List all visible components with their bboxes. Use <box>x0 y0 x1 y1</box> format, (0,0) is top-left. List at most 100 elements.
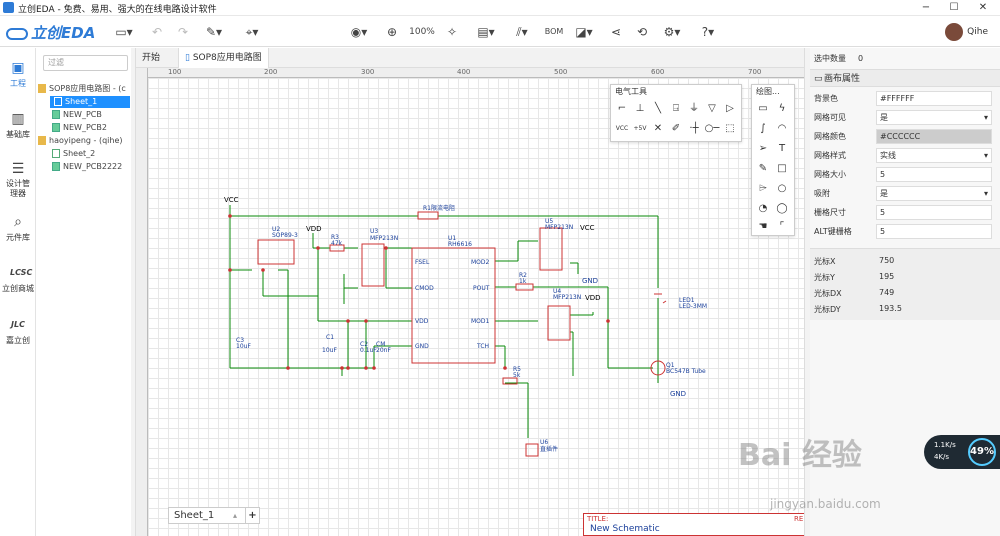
tree-sheet-2[interactable]: Sheet_2 <box>52 148 95 160</box>
nav-label: 立创商城 <box>2 284 34 293</box>
layer-icon[interactable]: ◪▾ <box>572 23 596 41</box>
app-icon <box>3 2 14 13</box>
pcb-icon <box>52 123 60 132</box>
polygon-icon[interactable]: ⌲ <box>755 181 771 197</box>
maximize-button[interactable]: ☐ <box>946 1 962 15</box>
canvas-props-header[interactable]: ▭ 画布属性 <box>810 69 1000 87</box>
zoom-in-icon[interactable]: ⊕ <box>384 23 400 41</box>
tree-pcb-3[interactable]: NEW_PCB2222 <box>52 161 122 173</box>
tree-project-2[interactable]: haoyipeng - (qihe) <box>38 135 122 147</box>
nav-lcsc[interactable]: LCSC 立创商城 <box>0 265 36 294</box>
pin-icon[interactable]: ○─ <box>704 121 720 137</box>
corner-icon[interactable]: ⌜ <box>774 219 790 235</box>
user-menu[interactable]: Qihe <box>945 22 988 42</box>
gnd-flag-icon[interactable]: ▽ <box>704 101 720 117</box>
tree-pcb-1[interactable]: NEW_PCB <box>52 109 102 121</box>
grid-style-select[interactable]: 实线 <box>876 148 992 163</box>
pen-icon[interactable]: ✎▾ <box>202 23 226 41</box>
chevron-up-icon[interactable]: ▴ <box>233 508 237 523</box>
nav-project[interactable]: ▣ 工程 <box>0 60 36 89</box>
port-icon[interactable]: ▷ <box>722 101 738 117</box>
bg-color-input[interactable]: #FFFFFF <box>876 91 992 106</box>
close-button[interactable]: ✕ <box>975 1 991 15</box>
arc-icon[interactable]: ◠ <box>774 121 790 137</box>
minimize-button[interactable]: − <box>918 1 934 15</box>
pie-icon[interactable]: ◔ <box>755 201 771 217</box>
nav-jlc[interactable]: JLC 嘉立创 <box>0 317 36 346</box>
redo-icon[interactable]: ↷ <box>176 23 190 41</box>
lightning-icon[interactable]: ϟ <box>774 101 790 117</box>
line-icon[interactable]: ╲ <box>650 101 666 117</box>
gnd-label: GND <box>582 277 598 285</box>
freehand-icon[interactable]: ✎ <box>755 161 771 177</box>
magic-icon[interactable]: ✧ <box>444 23 460 41</box>
grid-size-input[interactable]: 5 <box>876 167 992 182</box>
image-icon[interactable]: ▭ <box>755 101 771 117</box>
folder-icon[interactable]: ▭▾ <box>114 23 134 41</box>
document-tabs: 开始 ▯ SOP8应用电路图 <box>136 48 805 68</box>
zoom-level[interactable]: 100% <box>401 23 443 41</box>
nav-design-manager[interactable]: ☰ 设计管理器 <box>0 161 36 199</box>
title-block-label: TITLE: <box>587 515 609 523</box>
tree-sheet-1[interactable]: Sheet_1 <box>50 96 130 108</box>
help-icon[interactable]: ?▾ <box>696 23 720 41</box>
bus-icon[interactable]: ⊥ <box>632 101 648 117</box>
settings-icon[interactable]: ⚙▾ <box>660 23 684 41</box>
bom-button[interactable]: BOM <box>544 23 564 41</box>
cursor-y: 195 <box>879 272 895 281</box>
circle-icon[interactable]: ○ <box>774 181 790 197</box>
netlabel-icon[interactable]: ⍈ <box>668 101 684 117</box>
drawing-tools-panel: 绘图... ▭ ϟ ∫ ◠ ➢ T ✎ □ ⌲ ○ ◔ ◯ ☚ ⌜ <box>751 84 795 236</box>
rectangle-icon[interactable]: □ <box>774 161 790 177</box>
noconnect-icon[interactable]: ✕ <box>650 121 666 137</box>
wire-icon[interactable]: ⌐ <box>614 101 630 117</box>
nav-basic-lib[interactable]: ▥ 基础库 <box>0 111 36 140</box>
selected-count: 0 <box>858 54 864 63</box>
undo-icon[interactable]: ↶ <box>150 23 164 41</box>
selected-count-row: 选中数量 0 <box>810 50 1000 68</box>
r3-value: 47k <box>331 240 343 247</box>
ellipse-icon[interactable]: ◯ <box>774 201 790 217</box>
project-icon: ▣ <box>11 60 25 76</box>
ruler-mark: 700 <box>748 68 762 76</box>
filter-input[interactable]: 过滤 <box>43 55 128 71</box>
logo-text: 立创EDA <box>31 24 96 42</box>
tree-project-1[interactable]: SOP8应用电路图 - (c <box>38 83 126 95</box>
alt-snap-input[interactable]: 5 <box>876 224 992 239</box>
nav-component-lib[interactable]: ⌕ 元件库 <box>0 214 36 243</box>
tab-start[interactable]: 开始 <box>136 48 166 68</box>
share-icon[interactable]: ⋖ <box>608 23 624 41</box>
hand-icon[interactable]: ☚ <box>755 219 771 235</box>
add-sheet-button[interactable]: + <box>245 508 259 523</box>
tree-pcb-2[interactable]: NEW_PCB2 <box>52 122 107 134</box>
ground-icon[interactable]: ⏚ <box>686 101 702 117</box>
gnd-label: GND <box>670 390 686 398</box>
bezier-icon[interactable]: ∫ <box>755 121 771 137</box>
snap-size-input[interactable]: 5 <box>876 205 992 220</box>
cursor-x: 750 <box>879 256 895 265</box>
snap-select[interactable]: 是 <box>876 186 992 201</box>
junction-icon[interactable]: ·┼ <box>686 121 702 137</box>
probe-icon[interactable]: ✐ <box>668 121 684 137</box>
tab-schematic[interactable]: ▯ SOP8应用电路图 <box>178 48 269 68</box>
text-icon[interactable]: T <box>774 141 790 157</box>
wiring-icon[interactable]: ⫽▾ <box>510 23 534 41</box>
component-icon[interactable]: ▤▾ <box>474 23 498 41</box>
tree-label: SOP8应用电路图 - (c <box>49 84 126 93</box>
location-icon[interactable]: ⌖▾ <box>240 23 264 41</box>
schematic-icon <box>52 149 60 158</box>
grid-visible-select[interactable]: 是 <box>876 110 992 125</box>
sheet-tab[interactable]: Sheet_1 ▴ + <box>168 507 260 524</box>
history-icon[interactable]: ⟲ <box>634 23 650 41</box>
search-icon: ⌕ <box>14 214 22 230</box>
power-icon[interactable]: +5V <box>632 121 648 137</box>
prop-row: 网格颜色 #CCCCCC <box>810 128 1000 146</box>
eye-icon[interactable]: ◉▾ <box>346 23 372 41</box>
arrow-icon[interactable]: ➢ <box>755 141 771 157</box>
schematic-canvas[interactable]: VCC VDD VCC VDD GND GND R1 限流电阻 R3 47k R… <box>148 78 804 536</box>
grid-color-input[interactable]: #CCCCCC <box>876 129 992 144</box>
vcc-icon[interactable]: VCC <box>614 121 630 137</box>
tab-label: SOP8应用电路图 <box>192 53 262 63</box>
r5-value: 5k <box>513 372 521 379</box>
select-area-icon[interactable]: ⬚ <box>722 121 738 137</box>
